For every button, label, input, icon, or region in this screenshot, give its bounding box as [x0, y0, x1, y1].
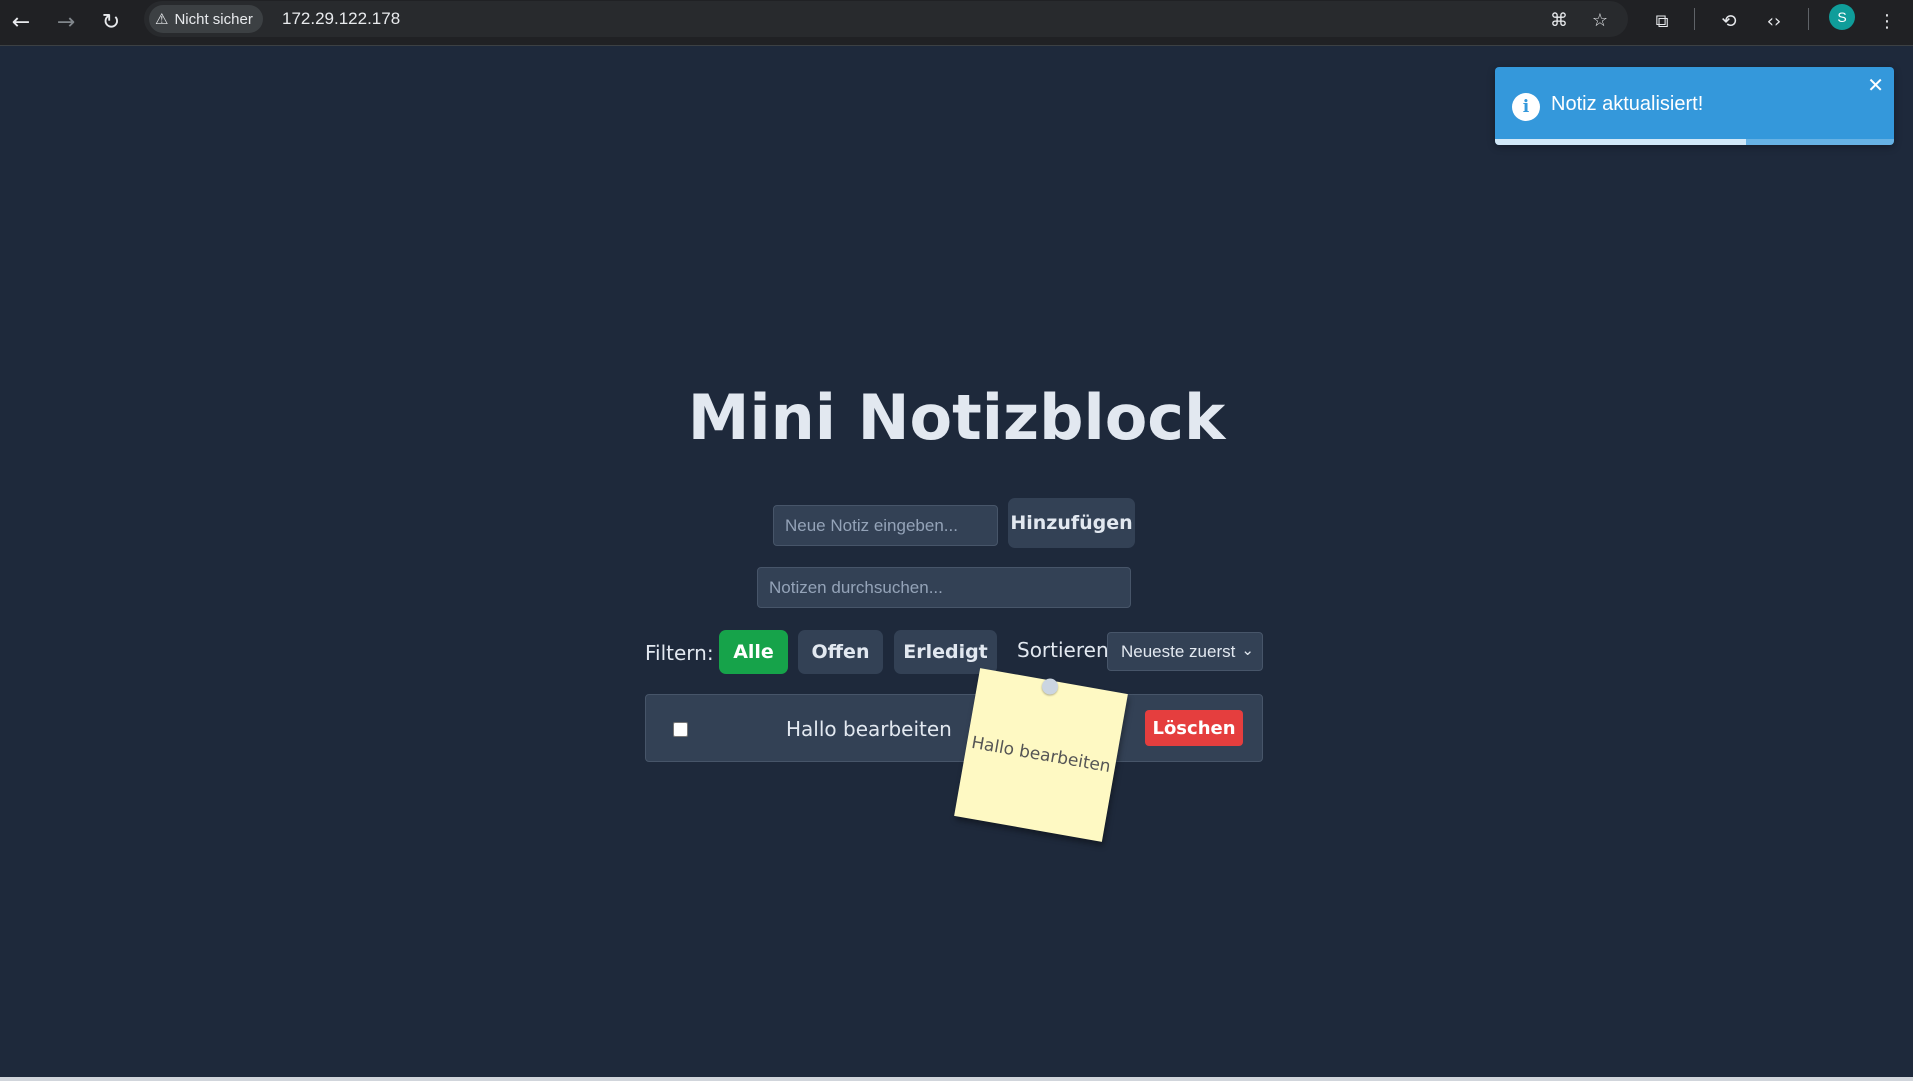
toast-progress-fill — [1495, 139, 1747, 145]
url-text[interactable]: 172.29.122.178 — [282, 9, 400, 29]
add-note-button[interactable]: Hinzufügen — [1008, 498, 1135, 548]
toolbar-divider — [1694, 8, 1695, 30]
sort-value: Neueste zuerst — [1121, 641, 1236, 661]
address-bar[interactable]: ⚠ Nicht sicher 172.29.122.178 ⌘ ☆ — [144, 1, 1628, 37]
filter-open-button[interactable]: Offen — [798, 630, 883, 674]
chevron-down-icon: ⌄ — [1241, 642, 1254, 659]
close-icon[interactable]: ✕ — [1867, 73, 1884, 97]
delete-button[interactable]: Löschen — [1145, 710, 1243, 746]
filter-all-button[interactable]: Alle — [719, 630, 788, 674]
info-icon: i — [1512, 93, 1540, 121]
extensions-icon[interactable]: ⧉ — [1645, 4, 1679, 38]
devtools-code-icon[interactable]: ‹› — [1757, 4, 1791, 38]
search-input[interactable] — [757, 567, 1131, 608]
sticky-note-drag-preview[interactable]: Hallo bearbeiten — [954, 668, 1128, 842]
pin-icon — [1040, 677, 1060, 696]
sort-select[interactable]: Neueste zuerst ⌄ — [1107, 632, 1263, 671]
back-icon[interactable]: ← — [4, 5, 38, 39]
warning-icon: ⚠ — [155, 11, 169, 28]
browser-toolbar: ← → ↻ ⚠ Nicht sicher 172.29.122.178 ⌘ ☆ … — [0, 0, 1913, 46]
forward-icon[interactable]: → — [49, 5, 83, 39]
toast-progress — [1495, 139, 1894, 145]
history-icon[interactable]: ⟲ — [1712, 4, 1746, 38]
security-label: Nicht sicher — [174, 10, 253, 28]
window-bottom-edge — [0, 1077, 1913, 1081]
note-text[interactable]: Hallo bearbeiten — [786, 717, 952, 741]
page-title: Mini Notizblock — [687, 381, 1226, 454]
sticky-note-text: Hallo bearbeiten — [969, 732, 1113, 778]
note-done-checkbox[interactable] — [673, 722, 688, 737]
security-chip[interactable]: ⚠ Nicht sicher — [149, 5, 263, 33]
bookmark-star-icon[interactable]: ☆ — [1587, 7, 1613, 33]
toolbar-divider — [1808, 8, 1809, 30]
new-note-input[interactable] — [773, 505, 998, 546]
translate-icon[interactable]: ⌘ — [1546, 7, 1572, 33]
profile-avatar[interactable]: S — [1829, 4, 1855, 30]
note-item[interactable]: Hallo bearbeiten Löschen — [645, 694, 1263, 762]
menu-kebab-icon[interactable]: ⋮ — [1870, 4, 1904, 38]
sort-label: Sortieren: — [1017, 638, 1116, 662]
toast-message: Notiz aktualisiert! — [1551, 93, 1704, 115]
toast-notification: i Notiz aktualisiert! ✕ — [1495, 67, 1894, 145]
reload-icon[interactable]: ↻ — [94, 5, 128, 39]
filter-label: Filtern: — [645, 641, 714, 665]
